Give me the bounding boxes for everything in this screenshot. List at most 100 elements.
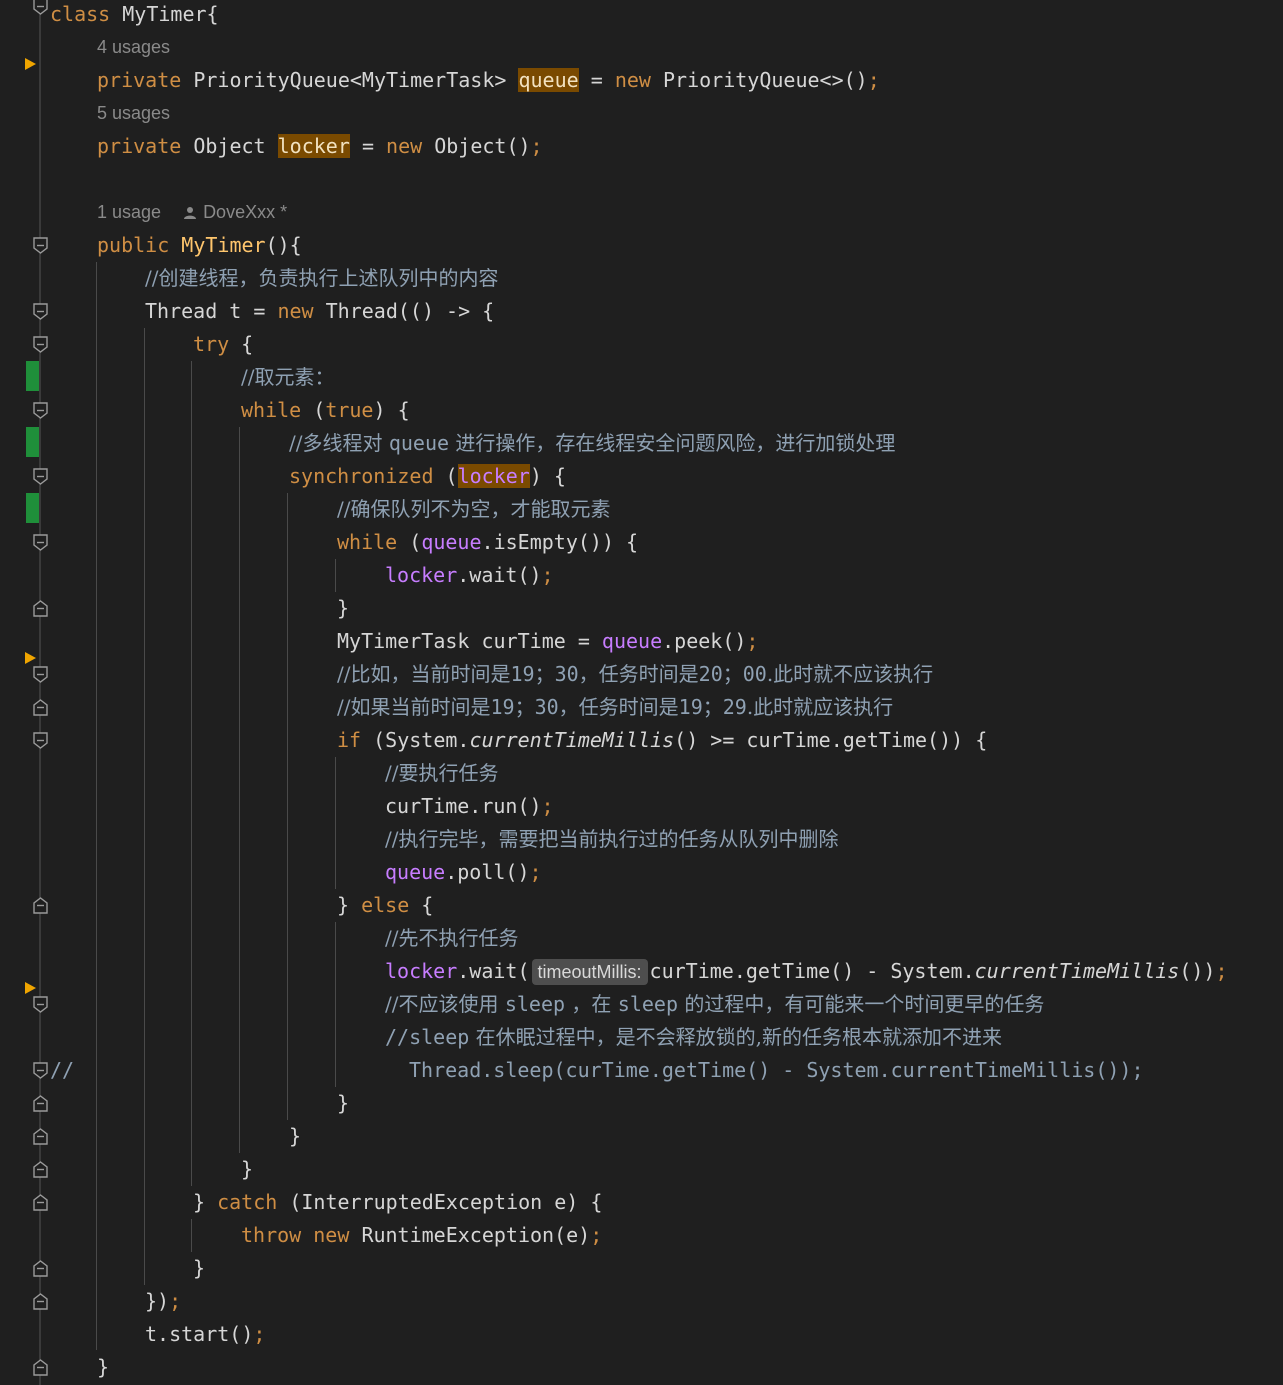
code-line[interactable]: while (true) { <box>241 394 410 427</box>
code-line[interactable]: MyTimerTask curTime = queue.peek(); <box>337 625 758 658</box>
method-call: curTime.run() <box>385 794 542 818</box>
code-line[interactable]: curTime.run(); <box>385 790 554 823</box>
field-locker[interactable]: locker <box>277 134 350 158</box>
fold-collapse-icon[interactable] <box>32 0 49 15</box>
comment-line[interactable]: //创建线程，负责执行上述队列中的内容 <box>145 262 498 295</box>
code-line[interactable]: } <box>193 1252 205 1285</box>
parameter-hint: timeoutMillis: <box>531 959 648 985</box>
comment-line[interactable]: //多线程对 queue 进行操作，存在线程安全问题风险，进行加锁处理 <box>289 427 895 460</box>
code-line[interactable]: Thread t = new Thread(() -> { <box>145 295 494 328</box>
comment-line[interactable]: //先不执行任务 <box>385 922 518 955</box>
comment-line[interactable]: //sleep 在休眠过程中，是不会释放锁的,新的任务根本就添加不进来 <box>385 1021 1002 1054</box>
comment-code-ref: queue <box>388 431 450 455</box>
fold-end-icon[interactable] <box>32 897 49 914</box>
code-line[interactable]: synchronized (locker) { <box>289 460 566 493</box>
comment-code-ref: sleep <box>504 992 566 1016</box>
comment-text: 19；30 <box>510 662 579 686</box>
code-line[interactable]: private PriorityQueue<MyTimerTask> queue… <box>97 64 880 97</box>
code-line[interactable]: } catch (InterruptedException e) { <box>193 1186 602 1219</box>
comment-text: //多线程对 <box>289 431 389 455</box>
indent-guide <box>335 757 336 889</box>
vcs-change-marker[interactable] <box>26 427 39 457</box>
code-line[interactable]: } <box>337 1087 349 1120</box>
comment-line[interactable]: //要执行任务 <box>385 757 498 790</box>
field-queue[interactable]: queue <box>421 530 481 554</box>
code-line[interactable]: throw new RuntimeException(e); <box>241 1219 602 1252</box>
fold-collapse-icon[interactable] <box>32 1062 49 1079</box>
comment-line[interactable]: //确保队列不为空，才能取元素 <box>337 493 610 526</box>
code-line[interactable]: public MyTimer(){ <box>97 229 302 262</box>
code-line[interactable]: try { <box>193 328 253 361</box>
brace: } <box>193 1190 218 1214</box>
editor-gutter <box>0 0 48 1385</box>
fold-end-icon[interactable] <box>32 699 49 716</box>
commented-out-code[interactable]: Thread.sleep(curTime.getTime() - System.… <box>409 1054 1144 1087</box>
comment-line[interactable]: //不应该使用 sleep ，在 sleep 的过程中，有可能来一个时间更早的任… <box>385 988 1044 1021</box>
code-line[interactable]: } <box>289 1120 301 1153</box>
usages-hint[interactable]: 1 usage DoveXxx * <box>97 196 287 229</box>
code-line[interactable]: while (queue.isEmpty()) { <box>337 526 638 559</box>
code-line[interactable]: } <box>97 1351 109 1384</box>
keyword: if <box>337 728 362 752</box>
code-line[interactable]: class MyTimer{ <box>50 0 219 31</box>
code-line[interactable]: }); <box>145 1285 181 1318</box>
usages-hint[interactable]: 4 usages <box>97 31 170 64</box>
fold-collapse-icon[interactable] <box>32 534 49 551</box>
comment-line[interactable]: //比如，当前时间是19；30，任务时间是20；00.此时就不应该执行 <box>337 658 933 691</box>
code-editor[interactable]: class MyTimer{ 4 usages private Priority… <box>0 0 1283 1385</box>
fold-collapse-icon[interactable] <box>32 336 49 353</box>
field-locker[interactable]: locker <box>385 959 457 983</box>
indent-guide <box>191 1219 192 1252</box>
code-line[interactable]: // <box>50 1054 74 1087</box>
semicolon: ; <box>590 1223 603 1247</box>
field-queue[interactable]: queue <box>385 860 445 884</box>
fold-end-icon[interactable] <box>32 1095 49 1112</box>
fold-collapse-icon[interactable] <box>32 237 49 254</box>
keyword: while <box>337 530 398 554</box>
code-line[interactable]: } <box>241 1153 253 1186</box>
code-line[interactable]: locker.wait(timeoutMillis: curTime.getTim… <box>385 955 1228 988</box>
comment-text: //不应该使用 <box>385 992 505 1016</box>
vcs-change-marker[interactable] <box>26 493 39 523</box>
fold-end-icon[interactable] <box>32 1260 49 1277</box>
comment-text: //如果当前时间是 <box>337 695 491 719</box>
comment-line[interactable]: //取元素： <box>241 361 334 394</box>
fold-end-icon[interactable] <box>32 1161 49 1178</box>
comment-text: 在休眠过程中，是不会释放锁的,新的任务根本就添加不进来 <box>469 1025 1003 1049</box>
code-line[interactable]: queue.poll(); <box>385 856 542 889</box>
type-name: PriorityQueue<MyTimerTask> <box>193 68 507 92</box>
fold-collapse-icon[interactable] <box>32 732 49 749</box>
fold-collapse-icon[interactable] <box>32 468 49 485</box>
field-queue[interactable]: queue <box>518 68 579 92</box>
fold-end-icon[interactable] <box>32 600 49 617</box>
usages-hint[interactable]: 5 usages <box>97 97 170 130</box>
code-line[interactable]: } <box>337 592 349 625</box>
comment-line[interactable]: //执行完毕，需要把当前执行过的任务从队列中删除 <box>385 823 838 856</box>
implementation-arrow-icon[interactable] <box>25 982 36 994</box>
implementation-arrow-icon[interactable] <box>25 58 36 70</box>
comment-text: .此时就不应该执行 <box>766 662 934 686</box>
code-line[interactable]: if (System.currentTimeMillis() >= curTim… <box>337 724 987 757</box>
author-hint[interactable]: DoveXxx * <box>203 202 287 222</box>
fold-end-icon[interactable] <box>32 1194 49 1211</box>
fold-collapse-icon[interactable] <box>32 996 49 1013</box>
fold-collapse-icon[interactable] <box>32 666 49 683</box>
code-text: (InterruptedException e) { <box>277 1190 603 1214</box>
field-locker[interactable]: locker <box>458 464 530 488</box>
field-queue[interactable]: queue <box>602 629 662 653</box>
code-line[interactable]: locker.wait(); <box>385 559 554 592</box>
code-line[interactable]: } else { <box>337 889 433 922</box>
fold-end-icon[interactable] <box>32 1359 49 1376</box>
fold-end-icon[interactable] <box>32 1128 49 1145</box>
fold-end-icon[interactable] <box>32 1293 49 1310</box>
fold-collapse-icon[interactable] <box>32 402 49 419</box>
semicolon: ; <box>541 563 554 587</box>
code-line[interactable]: private Object locker = new Object(); <box>97 130 543 163</box>
field-locker[interactable]: locker <box>385 563 457 587</box>
comment-line[interactable]: //如果当前时间是19；30，任务时间是19；29.此时就应该执行 <box>337 691 893 724</box>
code-line[interactable]: t.start(); <box>145 1318 265 1351</box>
static-method: currentTimeMillis <box>974 959 1180 983</box>
fold-collapse-icon[interactable] <box>32 303 49 320</box>
vcs-change-marker[interactable] <box>26 361 39 391</box>
implementation-arrow-icon[interactable] <box>25 652 36 664</box>
